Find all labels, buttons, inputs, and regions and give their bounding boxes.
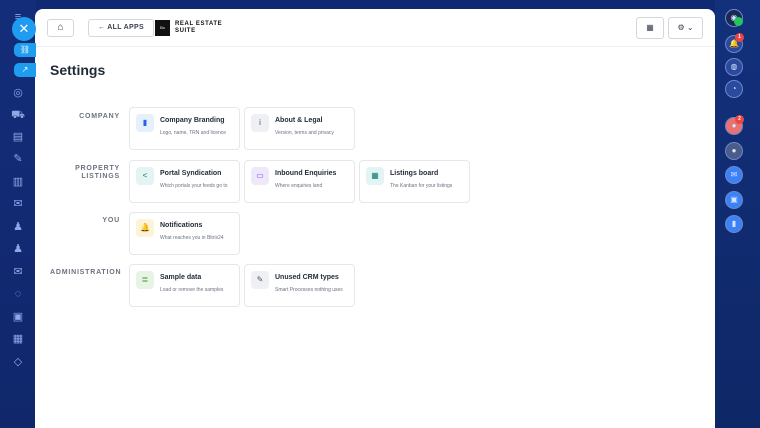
card-portal-syndication[interactable]: < Portal Syndication Which portals your … (129, 160, 240, 203)
settings-panel: ⌂ ← ALL APPS Bx REAL ESTATE SUITE ▦ ⚙ ⌄ … (35, 9, 715, 428)
app-brand: REAL ESTATE SUITE (175, 21, 222, 35)
card-description: Smart Processes nothing uses (275, 287, 343, 293)
badge-icon: ▮ (136, 114, 154, 132)
card-title: Sample data (160, 274, 202, 281)
card-title: Company Branding (160, 117, 225, 124)
page-title: Settings (50, 62, 106, 78)
card-title: About & Legal (275, 117, 323, 124)
brand-line-1: REAL ESTATE (175, 21, 223, 27)
card-about-legal[interactable]: i About & Legal Version, terms and priva… (244, 107, 355, 150)
home-icon: ⌂ (57, 22, 64, 33)
edit-icon[interactable]: ✎ (10, 151, 26, 167)
grid-icon: ▦ (646, 23, 654, 32)
card-title: Portal Syndication (160, 170, 222, 177)
home-button[interactable]: ⌂ (47, 19, 74, 37)
card-title: Notifications (160, 222, 203, 229)
card-description: Load or remove the samples (160, 287, 224, 293)
section-label-line: LISTINGS (81, 173, 120, 180)
app-logo: Bx (155, 20, 170, 36)
document-icon[interactable]: ▤ (10, 129, 26, 145)
database-icon: ≣ (136, 271, 154, 289)
close-icon: ✕ (18, 21, 30, 36)
info-icon: i (251, 114, 269, 132)
timeline-icon[interactable]: ◔ (725, 80, 743, 98)
section-company: COMPANY (79, 113, 120, 120)
search-icon[interactable]: ◍ (725, 58, 743, 76)
card-description: Version, terms and privacy (275, 130, 334, 136)
card-company-branding[interactable]: ▮ Company Branding Logo, name, TRN and l… (129, 107, 240, 150)
external-link-icon[interactable]: ↗ (14, 63, 36, 77)
card-title: Unused CRM types (275, 274, 339, 281)
share-icon: < (136, 167, 154, 185)
cart-icon[interactable]: ⛟ (10, 107, 26, 123)
settings-menu-button[interactable]: ⚙ ⌄ (668, 17, 703, 39)
card-title: Inbound Enquiries (275, 170, 337, 177)
book-icon[interactable]: ▣ (10, 309, 26, 325)
mail-icon[interactable]: ✉ (10, 196, 26, 212)
card-description: Which portals your feeds go to (160, 183, 228, 189)
contact-avatar[interactable]: ● (725, 142, 743, 160)
group-chat-icon[interactable]: ▣ (725, 191, 743, 209)
notification-badge: 1 (735, 33, 744, 42)
card-description: Where enquiries land (275, 183, 323, 189)
card-description: What reaches you in Bitrix24 (160, 235, 224, 241)
section-property-listings: PROPERTY LISTINGS (50, 165, 120, 181)
broom-icon: ✎ (251, 271, 269, 289)
target-icon[interactable]: ◎ (10, 85, 26, 101)
section-you: YOU (102, 217, 120, 224)
shield-icon[interactable]: ◌ (10, 286, 26, 302)
card-title: Listings board (390, 170, 439, 177)
inbox-icon: ▭ (251, 167, 269, 185)
section-administration: ADMINISTRATION (50, 269, 122, 276)
group-icon[interactable]: ♟ (10, 241, 26, 257)
card-unused-crm-types[interactable]: ✎ Unused CRM types Smart Processes nothi… (244, 264, 355, 307)
contact-badge: 2 (735, 115, 744, 124)
link-icon[interactable]: ⛓ (14, 43, 36, 57)
section-label-line: PROPERTY (75, 165, 120, 172)
close-button[interactable]: ✕ (12, 17, 36, 41)
chat-icon[interactable]: ✉ (725, 166, 743, 184)
board-icon: ▦ (366, 167, 384, 185)
chat-icon[interactable]: ✉ (10, 264, 26, 280)
card-notifications[interactable]: 🔔 Notifications What reaches you in Bitr… (129, 212, 240, 255)
tag-icon[interactable]: ◇ (10, 354, 26, 370)
online-badge (734, 17, 743, 26)
card-sample-data[interactable]: ≣ Sample data Load or remove the samples (129, 264, 240, 307)
card-description: The Kanban for your listings (390, 183, 453, 189)
table-icon[interactable]: ▦ (10, 331, 26, 347)
bell-icon: 🔔 (136, 219, 154, 237)
brand-line-2: SUITE (175, 28, 196, 34)
card-description: Logo, name, TRN and licence (160, 130, 227, 136)
all-apps-button[interactable]: ← ALL APPS (88, 19, 154, 37)
chart-icon[interactable]: ▥ (10, 174, 26, 190)
grid-view-button[interactable]: ▦ (636, 17, 664, 39)
bookmark-icon[interactable]: ▮ (725, 215, 743, 233)
card-listings-board[interactable]: ▦ Listings board The Kanban for your lis… (359, 160, 470, 203)
gear-icon: ⚙ ⌄ (677, 23, 694, 32)
users-icon[interactable]: ♟ (10, 219, 26, 235)
card-inbound-enquiries[interactable]: ▭ Inbound Enquiries Where enquiries land (244, 160, 355, 203)
top-toolbar: ⌂ ← ALL APPS Bx REAL ESTATE SUITE ▦ ⚙ ⌄ (35, 9, 715, 47)
